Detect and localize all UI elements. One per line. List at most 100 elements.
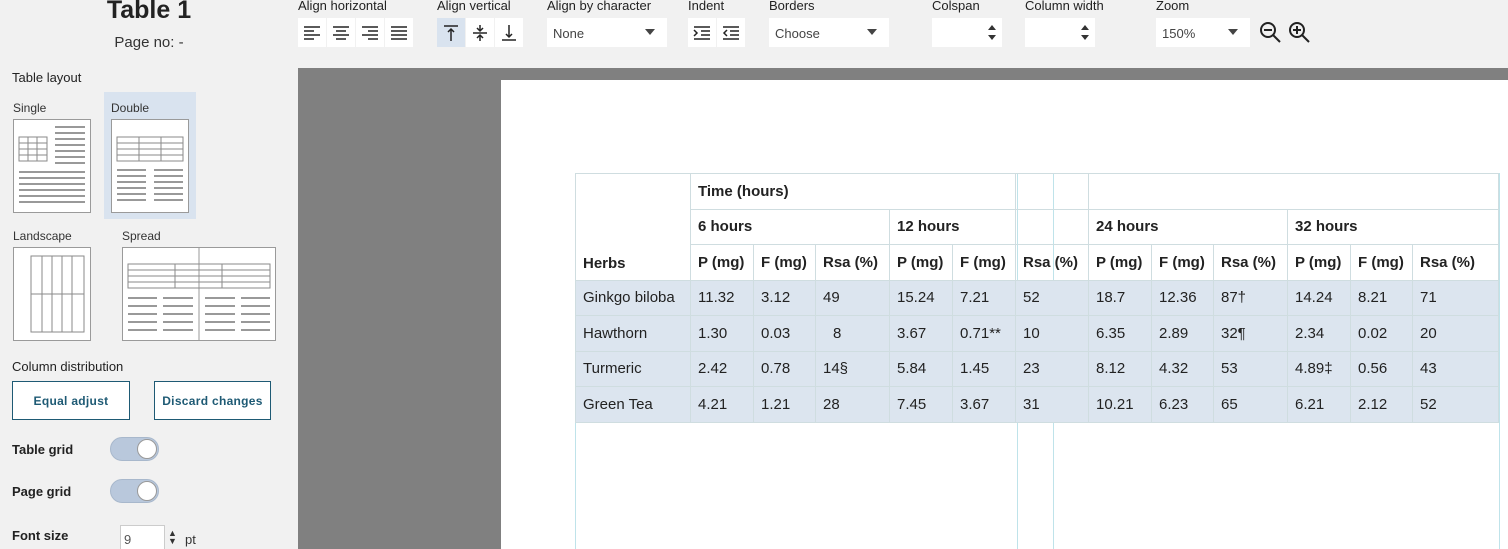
borders-select[interactable]: Choose — [769, 18, 889, 47]
value-cell[interactable]: 6.21 — [1287, 386, 1351, 423]
value-cell[interactable]: 15.24 — [889, 279, 953, 316]
value-cell[interactable]: 28 — [815, 386, 890, 423]
value-cell[interactable]: 6.35 — [1088, 315, 1152, 352]
value-cell[interactable]: 10.21 — [1088, 386, 1152, 423]
value-cell[interactable]: 3.12 — [753, 279, 816, 316]
align-middle-button[interactable] — [466, 18, 494, 47]
value-cell[interactable]: 7.21 — [952, 279, 1016, 316]
layout-double-option[interactable] — [111, 119, 189, 213]
value-cell[interactable]: 49 — [815, 279, 890, 316]
group-header-cell[interactable]: 32 hours — [1287, 208, 1499, 245]
column-header-cell[interactable]: F (mg) — [753, 244, 816, 281]
empty-header-cell[interactable] — [1088, 173, 1499, 210]
value-cell[interactable]: 0.71** — [952, 315, 1016, 352]
value-cell[interactable]: 0.78 — [753, 350, 816, 387]
herb-cell[interactable]: Green Tea — [575, 386, 691, 423]
value-cell[interactable]: 3.67 — [952, 386, 1016, 423]
time-header-cell[interactable]: Time (hours) — [690, 173, 1016, 210]
column-header-cell[interactable]: P (mg) — [1088, 244, 1152, 281]
value-cell[interactable]: 87† — [1213, 279, 1288, 316]
table-row[interactable]: Green Tea 4.21 1.21 28 7.45 3.67 31 10.2… — [575, 386, 1499, 423]
value-cell[interactable]: 7.45 — [889, 386, 953, 423]
value-cell[interactable]: 43 — [1412, 350, 1499, 387]
discard-changes-button[interactable]: Discard changes — [154, 381, 271, 420]
align-center-button[interactable] — [327, 18, 355, 47]
align-bottom-button[interactable] — [495, 18, 523, 47]
value-cell[interactable]: 31 — [1015, 386, 1089, 423]
value-cell[interactable]: 8 — [815, 315, 890, 352]
value-cell[interactable]: 1.21 — [753, 386, 816, 423]
align-top-button[interactable] — [437, 18, 465, 47]
value-cell[interactable]: 4.21 — [690, 386, 754, 423]
colspan-input[interactable] — [932, 18, 1002, 47]
value-cell[interactable]: 12.36 — [1151, 279, 1214, 316]
column-header-cell[interactable]: P (mg) — [889, 244, 953, 281]
stepper-down-icon[interactable] — [988, 35, 996, 40]
value-cell[interactable]: 4.89‡ — [1287, 350, 1351, 387]
column-header-cell[interactable]: F (mg) — [1350, 244, 1413, 281]
font-size-stepper-icon[interactable]: ▲ ▼ — [168, 529, 177, 546]
page-grid-toggle[interactable] — [110, 479, 159, 503]
align-left-button[interactable] — [298, 18, 326, 47]
value-cell[interactable]: 1.30 — [690, 315, 754, 352]
group-header-cell[interactable]: 12 hours — [889, 208, 1016, 245]
stepper-up-icon[interactable] — [1081, 25, 1089, 30]
stepper-down-icon[interactable] — [1081, 35, 1089, 40]
value-cell[interactable]: 71 — [1412, 279, 1499, 316]
data-table[interactable]: Herbs Time (hours) 6 hours 12 hours 24 h… — [575, 173, 1499, 423]
column-header-cell[interactable]: Rsa (%) — [1213, 244, 1288, 281]
column-width-input[interactable] — [1025, 18, 1095, 47]
value-cell[interactable]: 23 — [1015, 350, 1089, 387]
table-row[interactable]: Ginkgo biloba 11.32 3.12 49 15.24 7.21 5… — [575, 279, 1499, 316]
column-header-cell[interactable]: F (mg) — [952, 244, 1016, 281]
zoom-select[interactable]: 150% — [1156, 18, 1250, 47]
group-header-cell[interactable]: 24 hours — [1088, 208, 1288, 245]
column-header-cell[interactable]: Rsa (%) — [1015, 244, 1089, 281]
column-header-cell[interactable]: Rsa (%) — [1412, 244, 1499, 281]
value-cell[interactable]: 65 — [1213, 386, 1288, 423]
align-justify-button[interactable] — [385, 18, 413, 47]
value-cell[interactable]: 4.32 — [1151, 350, 1214, 387]
value-cell[interactable]: 8.21 — [1350, 279, 1413, 316]
table-row[interactable]: Hawthorn 1.30 0.03 8 3.67 0.71** 10 6.35… — [575, 315, 1499, 352]
layout-spread-option[interactable] — [122, 247, 276, 341]
stepper-up-icon[interactable] — [988, 25, 996, 30]
value-cell[interactable]: 52 — [1412, 386, 1499, 423]
indent-increase-button[interactable] — [688, 18, 716, 47]
value-cell[interactable]: 5.84 — [889, 350, 953, 387]
value-cell[interactable]: 8.12 — [1088, 350, 1152, 387]
font-size-input[interactable]: 9 — [120, 525, 165, 549]
value-cell[interactable]: 52 — [1015, 279, 1089, 316]
column-header-cell[interactable]: P (mg) — [690, 244, 754, 281]
value-cell[interactable]: 14§ — [815, 350, 890, 387]
value-cell[interactable]: 1.45 — [952, 350, 1016, 387]
equal-adjust-button[interactable]: Equal adjust — [12, 381, 130, 420]
value-cell[interactable]: 32¶ — [1213, 315, 1288, 352]
layout-single-option[interactable] — [13, 119, 91, 213]
value-cell[interactable]: 0.56 — [1350, 350, 1413, 387]
align-by-character-select[interactable]: None — [547, 18, 667, 47]
value-cell[interactable]: 2.12 — [1350, 386, 1413, 423]
value-cell[interactable]: 2.34 — [1287, 315, 1351, 352]
table-row[interactable]: Turmeric 2.42 0.78 14§ 5.84 1.45 23 8.12… — [575, 350, 1499, 387]
value-cell[interactable]: 14.24 — [1287, 279, 1351, 316]
value-cell[interactable]: 3.67 — [889, 315, 953, 352]
layout-landscape-option[interactable] — [13, 247, 91, 341]
align-right-button[interactable] — [356, 18, 384, 47]
column-header-cell[interactable]: P (mg) — [1287, 244, 1351, 281]
table-grid-toggle[interactable] — [110, 437, 159, 461]
herb-cell[interactable]: Hawthorn — [575, 315, 691, 352]
group-header-cell[interactable]: 6 hours — [690, 208, 890, 245]
value-cell[interactable]: 6.23 — [1151, 386, 1214, 423]
value-cell[interactable]: 53 — [1213, 350, 1288, 387]
value-cell[interactable]: 18.7 — [1088, 279, 1152, 316]
value-cell[interactable]: 20 — [1412, 315, 1499, 352]
column-header-cell[interactable]: Rsa (%) — [815, 244, 890, 281]
empty-header-cell[interactable] — [1015, 173, 1089, 210]
value-cell[interactable]: 2.42 — [690, 350, 754, 387]
indent-decrease-button[interactable] — [717, 18, 745, 47]
empty-header-cell[interactable] — [1015, 208, 1089, 245]
herb-cell[interactable]: Turmeric — [575, 350, 691, 387]
zoom-out-icon[interactable] — [1258, 20, 1282, 44]
zoom-in-icon[interactable] — [1287, 20, 1311, 44]
